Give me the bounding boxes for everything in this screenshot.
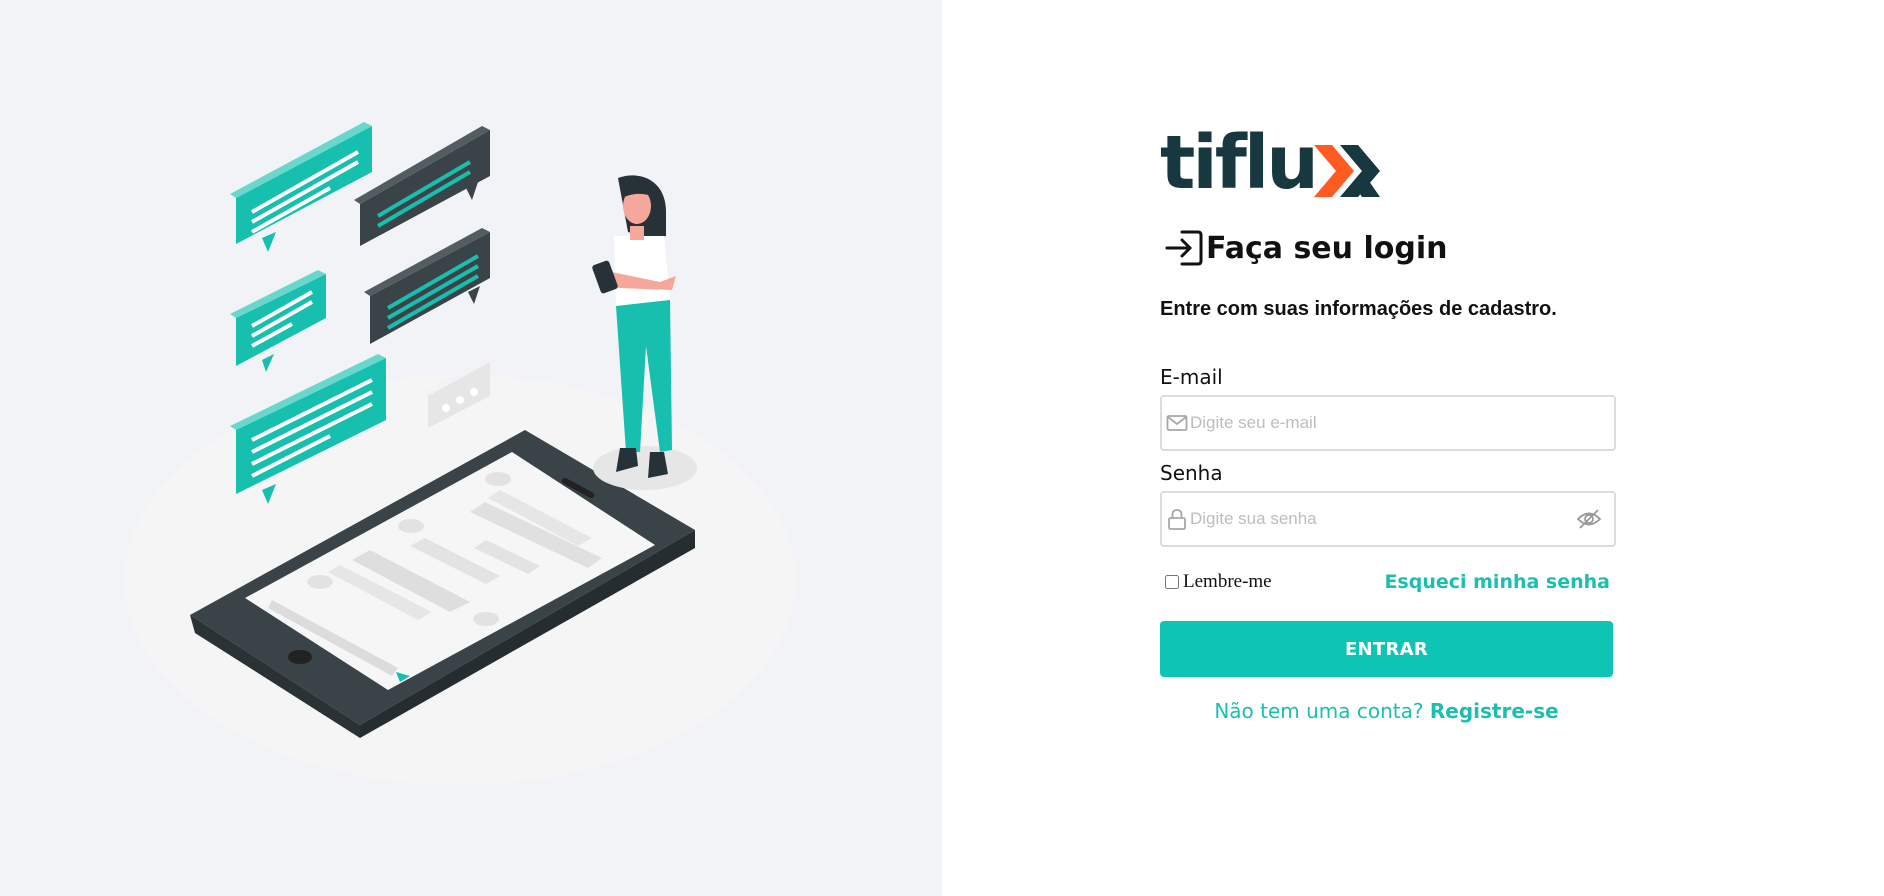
logo-wordmark: tiflu xyxy=(1160,120,1319,206)
page-title: Faça seu login xyxy=(1206,230,1448,266)
login-title-row: Faça seu login xyxy=(1160,228,1620,268)
email-field-wrapper xyxy=(1160,395,1616,451)
remember-me[interactable]: Lembre-me xyxy=(1160,571,1272,593)
email-input[interactable] xyxy=(1190,397,1570,449)
illustration-panel xyxy=(0,0,942,896)
lock-icon xyxy=(1168,509,1186,530)
logo-x-mark xyxy=(1313,145,1380,197)
register-prompt: Não tem uma conta? xyxy=(1214,699,1424,723)
login-subtitle: Entre com suas informações de cadastro. xyxy=(1160,298,1557,320)
tiflux-logo: tiflu xyxy=(1160,120,1620,200)
password-input[interactable] xyxy=(1190,493,1570,545)
login-submit-button[interactable]: ENTRAR xyxy=(1160,621,1613,677)
login-panel: tiflu Faça seu login Entre com suas info… xyxy=(942,0,1884,896)
password-label: Senha xyxy=(1160,461,1223,485)
mail-icon xyxy=(1166,415,1188,431)
login-form: tiflu Faça seu login Entre com suas info… xyxy=(1160,120,1620,723)
register-link[interactable]: Registre-se xyxy=(1430,699,1559,723)
register-row: Não tem uma conta? Registre-se xyxy=(1160,699,1613,723)
login-icon xyxy=(1165,230,1203,266)
remember-me-label: Lembre-me xyxy=(1183,571,1272,592)
forgot-password-link[interactable]: Esqueci minha senha xyxy=(1384,571,1610,593)
toggle-password-visibility-icon[interactable] xyxy=(1576,508,1602,530)
email-label: E-mail xyxy=(1160,365,1223,389)
login-options-row: Lembre-me Esqueci minha senha xyxy=(1160,571,1610,593)
remember-me-checkbox[interactable] xyxy=(1165,575,1179,589)
login-illustration xyxy=(125,122,795,785)
password-field-wrapper xyxy=(1160,491,1616,547)
